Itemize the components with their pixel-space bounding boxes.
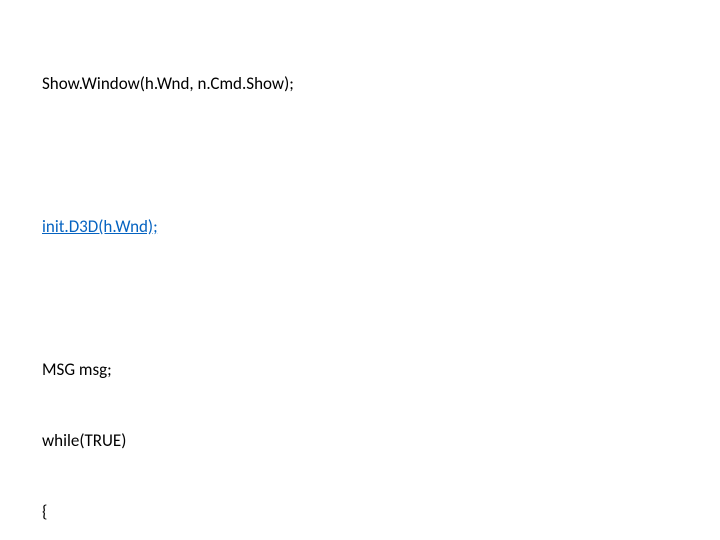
blank-line	[24, 286, 720, 310]
code-line: while(TRUE)	[24, 429, 720, 453]
blank-line	[24, 143, 720, 167]
code-block: Show.Window(h.Wnd, n.Cmd.Show); init.D3D…	[24, 24, 720, 540]
code-line: Show.Window(h.Wnd, n.Cmd.Show);	[24, 72, 720, 96]
code-line-link: init.D3D(h.Wnd);	[24, 215, 720, 239]
init-d3d-link[interactable]: init.D3D(h.Wnd);	[42, 216, 158, 237]
code-line: {	[24, 500, 720, 524]
code-line: MSG msg;	[24, 358, 720, 382]
slide: Show.Window(h.Wnd, n.Cmd.Show); init.D3D…	[0, 0, 720, 540]
